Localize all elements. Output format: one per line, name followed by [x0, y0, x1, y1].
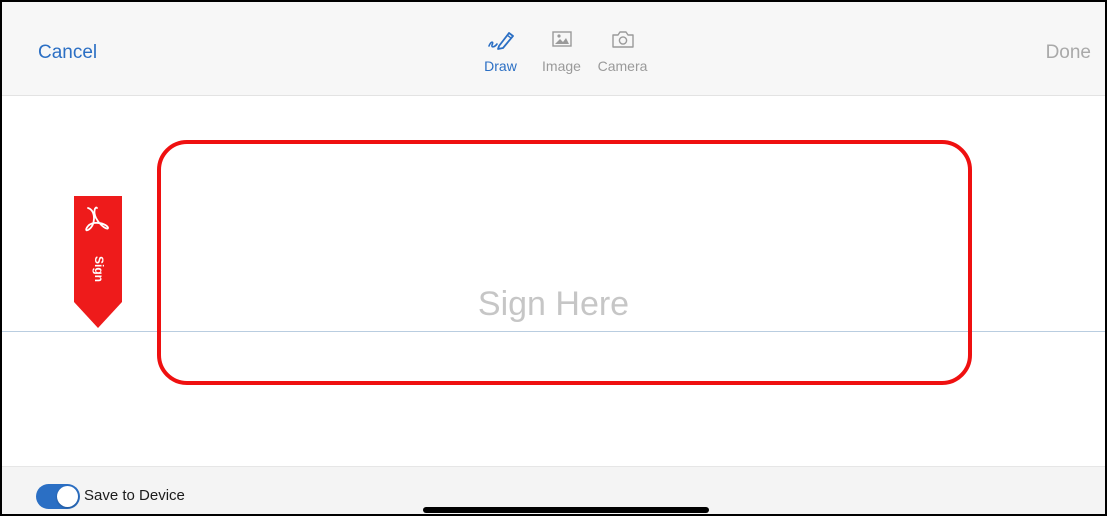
- tab-camera-label: Camera: [597, 58, 648, 74]
- sign-flag-marker: Sign: [74, 196, 122, 328]
- top-toolbar: Cancel Draw Image Camera Done: [2, 2, 1105, 96]
- cancel-button[interactable]: Cancel: [38, 42, 97, 64]
- tab-draw[interactable]: Draw: [470, 26, 531, 74]
- tab-camera[interactable]: Camera: [592, 26, 653, 74]
- tab-draw-label: Draw: [484, 58, 517, 74]
- save-to-device-toggle[interactable]: [36, 484, 80, 509]
- signature-canvas[interactable]: Sign Sign Here: [2, 97, 1105, 465]
- camera-icon: [611, 26, 635, 52]
- home-indicator[interactable]: [423, 507, 709, 513]
- bottom-bar: Save to Device: [2, 466, 1105, 514]
- signature-mode-tabs: Draw Image Camera: [470, 26, 653, 74]
- image-icon: [551, 26, 573, 52]
- save-to-device-label: Save to Device: [84, 487, 185, 504]
- signature-dialog: Cancel Draw Image Camera Done Sign Sign …: [0, 0, 1107, 516]
- tab-image-label: Image: [542, 58, 581, 74]
- done-button[interactable]: Done: [1046, 42, 1091, 64]
- pen-icon: [486, 26, 516, 52]
- tab-image[interactable]: Image: [531, 26, 592, 74]
- toggle-knob: [57, 486, 78, 507]
- sign-flag-label: Sign: [92, 256, 106, 282]
- signature-highlight-box: [157, 140, 972, 385]
